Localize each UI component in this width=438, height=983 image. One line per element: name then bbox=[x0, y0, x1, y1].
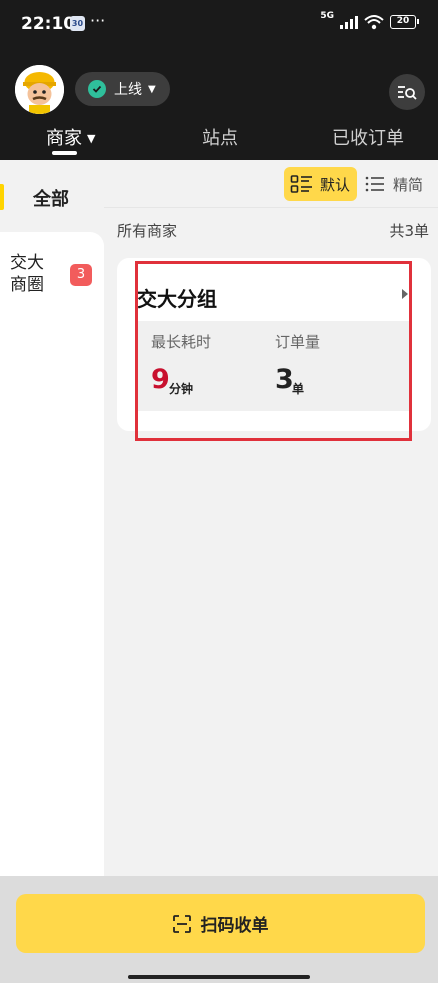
order-search-button[interactable] bbox=[389, 74, 425, 110]
active-tab-indicator bbox=[52, 151, 77, 155]
list-search-icon bbox=[398, 86, 417, 100]
count-badge: 3 bbox=[70, 264, 92, 286]
sidebar-item-label: 交大商圈 bbox=[10, 253, 44, 295]
online-status-label: 上线 bbox=[114, 82, 142, 98]
calendar-icon: 30 bbox=[70, 16, 85, 31]
sidebar-item-all-label: 全部 bbox=[33, 189, 69, 210]
network-type: 5G bbox=[320, 11, 334, 21]
tab-stations-label: 站点 bbox=[202, 128, 238, 149]
caret-down-icon: ▼ bbox=[87, 132, 96, 145]
view-default-label: 默认 bbox=[320, 175, 351, 194]
tab-stations[interactable]: 站点 bbox=[202, 124, 238, 150]
status-indicators: 5G 20 bbox=[320, 11, 419, 30]
more-notifications-icon: ··· bbox=[90, 11, 106, 30]
scan-icon bbox=[172, 914, 191, 933]
section-label: 所有商家 bbox=[117, 222, 178, 240]
caret-down-icon: ▼ bbox=[148, 83, 156, 95]
view-default-button[interactable]: 默认 bbox=[284, 167, 357, 201]
battery-icon: 20 bbox=[390, 15, 419, 29]
divider bbox=[104, 207, 438, 208]
tab-received-orders[interactable]: 已收订单 bbox=[332, 124, 404, 150]
tab-merchants-label: 商家 bbox=[46, 128, 82, 149]
worker-avatar-icon bbox=[15, 65, 64, 114]
avatar[interactable] bbox=[15, 65, 64, 114]
home-indicator[interactable] bbox=[128, 975, 310, 979]
order-total: 共3单 bbox=[389, 222, 429, 240]
status-time: 22:10 bbox=[21, 14, 76, 34]
scan-receive-label: 扫码收单 bbox=[200, 916, 269, 936]
header: 22:10 30 ··· 5G 20 上线 ▼ 商家 ▼ 站点 已收订单 bbox=[0, 0, 438, 160]
status-bar: 22:10 30 ··· 5G 20 bbox=[0, 0, 438, 48]
tab-received-orders-label: 已收订单 bbox=[332, 128, 404, 149]
card-list-icon bbox=[290, 175, 312, 193]
sidebar-selected-indicator bbox=[0, 184, 4, 210]
sidebar-list bbox=[0, 232, 104, 876]
view-compact-button[interactable]: 精简 bbox=[365, 167, 423, 201]
online-status-toggle[interactable]: 上线 ▼ bbox=[75, 72, 170, 106]
tab-merchants[interactable]: 商家 ▼ bbox=[46, 124, 95, 150]
view-compact-label: 精简 bbox=[393, 175, 424, 194]
check-circle-icon bbox=[88, 80, 106, 98]
scan-receive-button[interactable]: 扫码收单 bbox=[16, 894, 425, 953]
signal-icon bbox=[340, 15, 358, 29]
list-icon bbox=[365, 176, 384, 192]
highlight-box bbox=[135, 261, 412, 441]
wifi-icon bbox=[364, 15, 384, 30]
